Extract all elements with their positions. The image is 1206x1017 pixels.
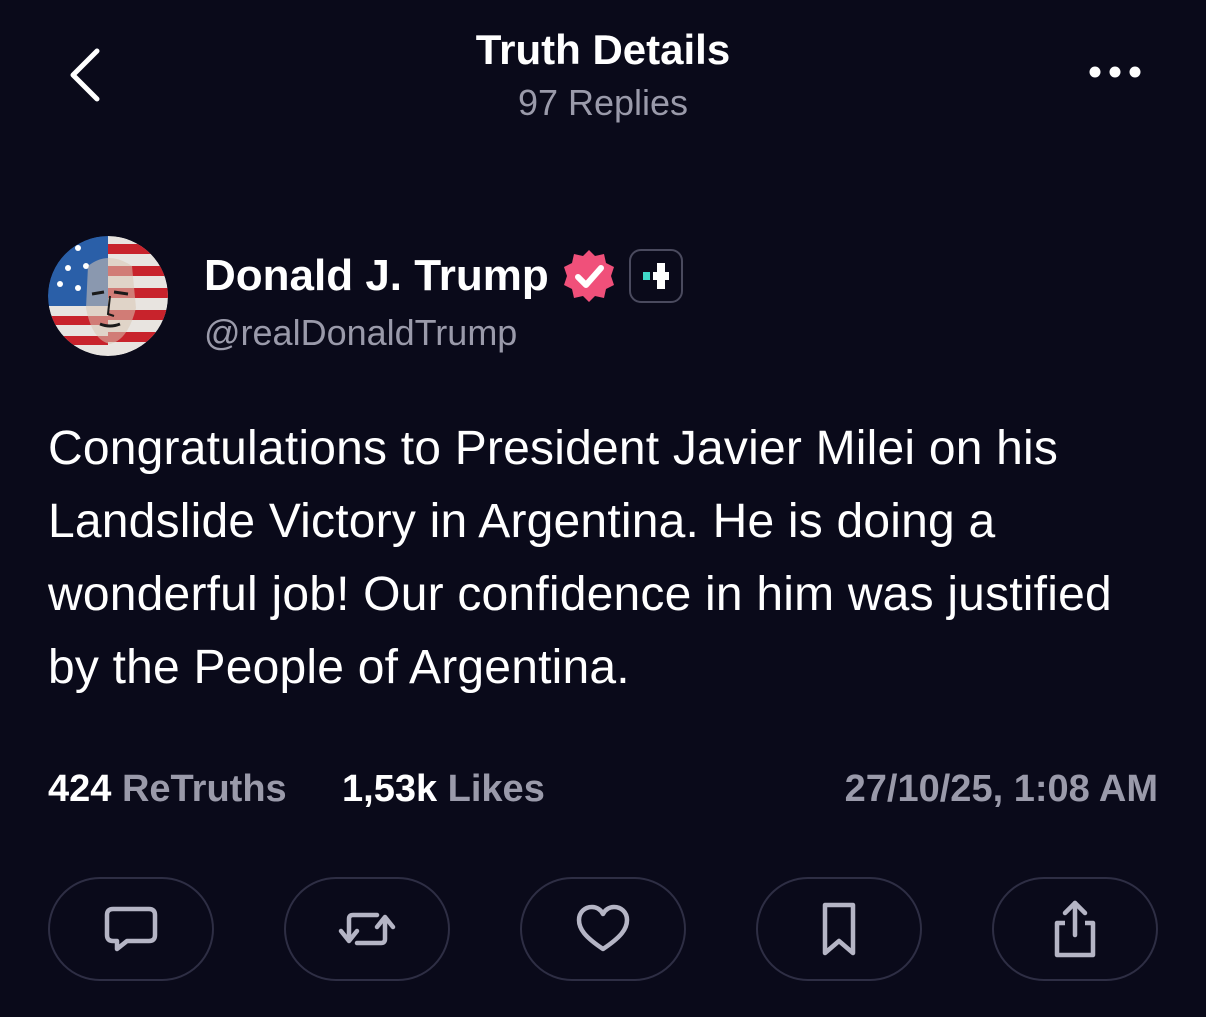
top-bar: Truth Details 97 Replies: [0, 0, 1206, 140]
retruths-stat[interactable]: 424 ReTruths: [48, 768, 287, 811]
avatar-image: [48, 236, 168, 356]
reply-icon: [104, 906, 158, 952]
retruths-label: ReTruths: [121, 768, 287, 810]
plus-badge-icon: [642, 263, 669, 289]
share-button[interactable]: [992, 877, 1158, 981]
share-icon: [1054, 900, 1096, 958]
retruths-count: 424: [48, 768, 112, 810]
post-author: Donald J. Trump @realDonaldTrump: [48, 236, 1158, 358]
more-horizontal-icon: [1089, 66, 1141, 78]
bookmark-icon: [822, 902, 856, 956]
retruth-icon: [338, 912, 396, 946]
display-name[interactable]: Donald J. Trump: [204, 251, 549, 301]
name-row: Donald J. Trump: [204, 246, 683, 306]
likes-count: 1,53k: [342, 768, 438, 810]
replies-count[interactable]: 97 Replies: [0, 82, 1206, 124]
avatar[interactable]: [48, 236, 168, 356]
plus-badge: [628, 249, 683, 303]
post-stats: 424 ReTruths 1,53k Likes 27/10/25, 1:08 …: [48, 768, 1158, 818]
verified-badge-icon: [563, 250, 614, 302]
reply-button[interactable]: [48, 877, 214, 981]
bookmark-button[interactable]: [756, 877, 922, 981]
action-bar: [48, 877, 1158, 983]
like-button[interactable]: [520, 877, 686, 981]
like-icon: [576, 904, 630, 952]
page-title: Truth Details: [475, 26, 731, 73]
user-handle[interactable]: @realDonaldTrump: [204, 312, 517, 354]
retruth-button[interactable]: [284, 877, 450, 981]
post-body: Congratulations to President Javier Mile…: [48, 422, 1112, 694]
likes-stat[interactable]: 1,53k Likes: [342, 768, 545, 811]
likes-label: Likes: [447, 768, 545, 810]
post-timestamp: 27/10/25, 1:08 AM: [844, 768, 1158, 810]
more-options-button[interactable]: [1080, 52, 1150, 92]
